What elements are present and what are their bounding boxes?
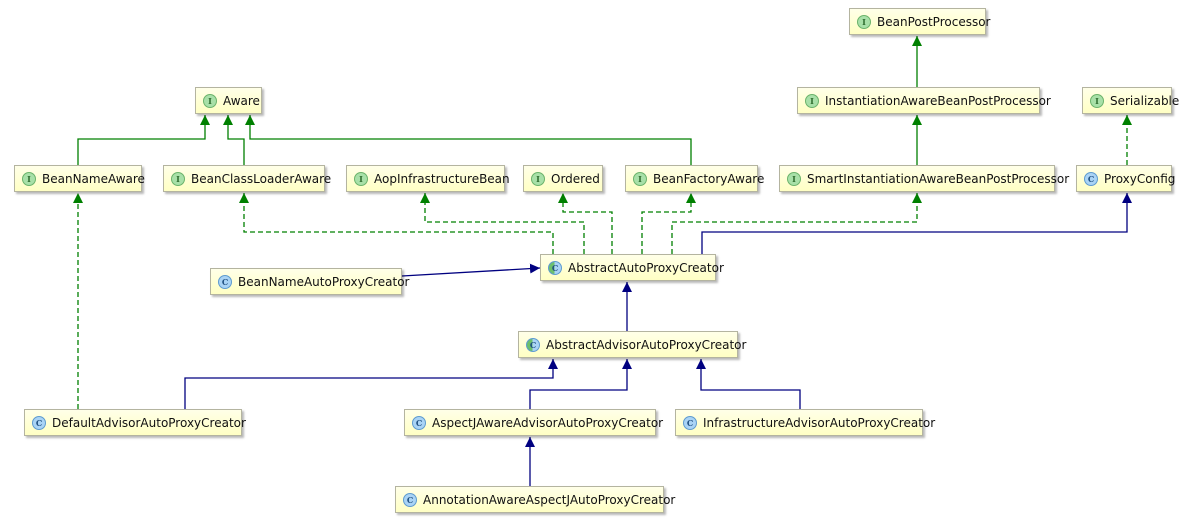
edge-abstract-auto-proxy-creator-to-ordered <box>558 193 613 254</box>
interface-icon: I <box>203 93 217 108</box>
node-label: BeanNameAware <box>42 171 145 186</box>
node-ordered[interactable]: I Ordered <box>523 165 603 192</box>
class-icon: C <box>683 415 697 430</box>
node-label: BeanPostProcessor <box>877 14 991 29</box>
edge-default-advisor-auto-proxy-creator-to-abstract-advisor-auto-proxy-creator <box>184 359 558 409</box>
class-icon: C <box>32 415 46 430</box>
class-icon: C <box>403 492 417 507</box>
interface-icon: I <box>354 171 368 186</box>
interface-icon: I <box>857 14 871 29</box>
node-label: Aware <box>223 93 260 108</box>
edge-abstract-auto-proxy-creator-to-bean-class-loader-aware <box>239 193 554 254</box>
node-label: ProxyConfig <box>1104 171 1176 186</box>
node-label: DefaultAdvisorAutoProxyCreator <box>52 415 246 430</box>
interface-icon: I <box>22 171 36 186</box>
edge-abstract-auto-proxy-creator-to-smart-instantiation-aware-bean-post-processor <box>671 193 922 254</box>
edge-abstract-auto-proxy-creator-to-aop-infrastructure-bean <box>420 193 585 254</box>
node-bean-class-loader-aware[interactable]: I BeanClassLoaderAware <box>163 165 331 192</box>
node-label: InfrastructureAdvisorAutoProxyCreator <box>703 415 936 430</box>
node-label: AopInfrastructureBean <box>374 171 510 186</box>
edge-aspect-j-aware-advisor-auto-proxy-creator-to-abstract-advisor-auto-proxy-creator <box>529 359 632 409</box>
edge-bean-class-loader-aware-to-aware <box>223 115 245 165</box>
edge-bean-name-auto-proxy-creator-to-abstract-auto-proxy-creator <box>401 263 541 277</box>
node-aspect-j-aware-advisor-auto-proxy-creator[interactable]: C AspectJAwareAdvisorAutoProxyCreator <box>404 409 663 436</box>
interface-icon: I <box>171 171 185 186</box>
node-label: BeanClassLoaderAware <box>191 171 332 186</box>
node-label: BeanFactoryAware <box>653 171 765 186</box>
node-abstract-auto-proxy-creator[interactable]: C AbstractAutoProxyCreator <box>540 254 724 281</box>
node-serializable[interactable]: I Serializable <box>1082 87 1179 114</box>
node-label: AnnotationAwareAspectJAutoProxyCreator <box>423 492 676 507</box>
node-label: BeanNameAutoProxyCreator <box>238 274 410 289</box>
abstract-class-icon: C <box>548 260 562 275</box>
node-bean-factory-aware[interactable]: I BeanFactoryAware <box>625 165 764 192</box>
node-infrastructure-advisor-auto-proxy-creator[interactable]: C InfrastructureAdvisorAutoProxyCreator <box>675 409 935 436</box>
node-label: SmartInstantiationAwareBeanPostProcessor <box>807 171 1070 186</box>
node-aware[interactable]: I Aware <box>195 87 262 114</box>
node-smart-instantiation-aware-bean-post-processor[interactable]: I SmartInstantiationAwareBeanPostProcesso… <box>779 165 1069 192</box>
node-abstract-advisor-auto-proxy-creator[interactable]: C AbstractAdvisorAutoProxyCreator <box>518 331 746 358</box>
edge-infrastructure-advisor-auto-proxy-creator-to-abstract-advisor-auto-proxy-creator <box>696 359 801 409</box>
node-instantiation-aware-bean-post-processor[interactable]: I InstantiationAwareBeanPostProcessor <box>797 87 1051 114</box>
node-bean-post-processor[interactable]: I BeanPostProcessor <box>849 8 990 35</box>
node-label: AbstractAutoProxyCreator <box>568 260 724 275</box>
abstract-class-icon: C <box>526 337 540 352</box>
class-icon: C <box>1084 171 1098 186</box>
interface-icon: I <box>1090 93 1104 108</box>
edge-abstract-auto-proxy-creator-to-proxy-config <box>701 193 1132 254</box>
node-label: AbstractAdvisorAutoProxyCreator <box>546 337 747 352</box>
node-proxy-config[interactable]: C ProxyConfig <box>1076 165 1176 192</box>
class-icon: C <box>412 415 426 430</box>
node-annotation-aware-aspect-j-auto-proxy-creator[interactable]: C AnnotationAwareAspectJAutoProxyCreator <box>395 486 675 513</box>
node-label: Ordered <box>551 171 600 186</box>
node-label: Serializable <box>1110 93 1180 108</box>
edge-abstract-auto-proxy-creator-to-bean-factory-aware <box>641 193 696 254</box>
node-aop-infrastructure-bean[interactable]: I AopInfrastructureBean <box>346 165 510 192</box>
interface-icon: I <box>633 171 647 186</box>
edge-bean-factory-aware-to-aware <box>245 115 692 165</box>
interface-icon: I <box>787 171 801 186</box>
interface-icon: I <box>531 171 545 186</box>
node-default-advisor-auto-proxy-creator[interactable]: C DefaultAdvisorAutoProxyCreator <box>24 409 246 436</box>
node-bean-name-auto-proxy-creator[interactable]: C BeanNameAutoProxyCreator <box>210 268 409 295</box>
node-bean-name-aware[interactable]: I BeanNameAware <box>14 165 145 192</box>
edge-bean-name-aware-to-aware <box>77 115 210 165</box>
class-icon: C <box>218 274 232 289</box>
node-label: InstantiationAwareBeanPostProcessor <box>825 93 1051 108</box>
interface-icon: I <box>805 93 819 108</box>
node-label: AspectJAwareAdvisorAutoProxyCreator <box>432 415 664 430</box>
